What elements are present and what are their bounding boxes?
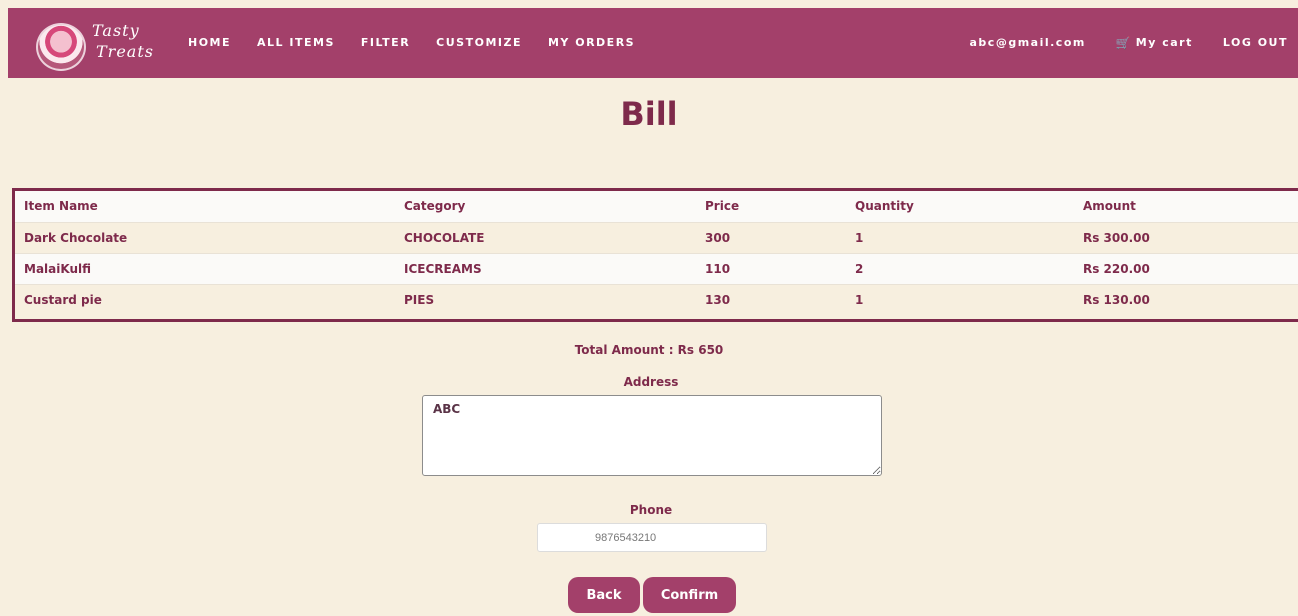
header-quantity: Quantity bbox=[855, 199, 914, 214]
table-header-row: Item Name Category Price Quantity Amount bbox=[15, 191, 1298, 222]
cell-price: 110 bbox=[696, 252, 846, 284]
cell-quantity: 2 bbox=[846, 252, 1074, 284]
nav-all-items-link[interactable]: ALL ITEMS bbox=[257, 35, 335, 51]
cell-item-name: MalaiKulfi bbox=[15, 252, 395, 284]
cell-quantity: 1 bbox=[846, 221, 1074, 253]
nav-links: HOME ALL ITEMS FILTER CUSTOMIZE MY ORDER… bbox=[188, 35, 661, 51]
cell-price: 130 bbox=[696, 283, 846, 315]
brand-name: Tasty Treats bbox=[92, 20, 162, 62]
header-price: Price bbox=[705, 199, 740, 214]
my-cart-link[interactable]: 🛒 My cart bbox=[1116, 35, 1193, 51]
header-category: Category bbox=[404, 199, 466, 214]
nav-home-link[interactable]: HOME bbox=[188, 35, 231, 51]
phone-label: Phone bbox=[629, 503, 673, 517]
user-email-link[interactable]: abc@gmail.com bbox=[970, 35, 1086, 51]
address-textarea[interactable]: ABC bbox=[422, 395, 882, 476]
brand[interactable]: Tasty Treats bbox=[36, 20, 156, 71]
nav-my-orders-link[interactable]: MY ORDERS bbox=[548, 35, 635, 51]
brand-line-1: Tasty bbox=[92, 21, 140, 40]
page-title: Bill bbox=[620, 95, 678, 133]
cell-amount: Rs 220.00 bbox=[1074, 252, 1298, 284]
table-row: Custard pie PIES 130 1 Rs 130.00 bbox=[15, 283, 1298, 315]
cart-icon: 🛒 bbox=[1115, 36, 1131, 50]
confirm-button[interactable]: Confirm bbox=[643, 577, 736, 613]
bill-table-container: Item Name Category Price Quantity Amount… bbox=[12, 188, 1298, 322]
my-cart-label: My cart bbox=[1135, 36, 1193, 49]
cell-category: ICECREAMS bbox=[395, 252, 696, 284]
nav-right: abc@gmail.com 🛒 My cart LOG OUT bbox=[940, 35, 1289, 51]
bill-table: Item Name Category Price Quantity Amount… bbox=[15, 191, 1298, 315]
nav-filter-link[interactable]: FILTER bbox=[361, 35, 410, 51]
cell-quantity: 1 bbox=[846, 283, 1074, 315]
header-item-name: Item Name bbox=[24, 199, 98, 214]
table-row: Dark Chocolate CHOCOLATE 300 1 Rs 300.00 bbox=[15, 221, 1298, 253]
header-amount: Amount bbox=[1083, 199, 1136, 214]
table-row: MalaiKulfi ICECREAMS 110 2 Rs 220.00 bbox=[15, 252, 1298, 284]
nav-customize-link[interactable]: CUSTOMIZE bbox=[436, 35, 522, 51]
cell-amount: Rs 130.00 bbox=[1074, 283, 1298, 315]
cell-amount: Rs 300.00 bbox=[1074, 221, 1298, 253]
back-button[interactable]: Back bbox=[568, 577, 640, 613]
cupcake-logo-icon bbox=[36, 23, 86, 71]
cell-price: 300 bbox=[696, 221, 846, 253]
address-label: Address bbox=[623, 375, 679, 389]
brand-line-2: Treats bbox=[96, 42, 154, 61]
phone-input[interactable] bbox=[537, 523, 767, 552]
top-navbar: Tasty Treats HOME ALL ITEMS FILTER CUSTO… bbox=[8, 8, 1298, 78]
logout-link[interactable]: LOG OUT bbox=[1223, 35, 1288, 51]
cell-item-name: Dark Chocolate bbox=[15, 221, 395, 253]
cell-category: PIES bbox=[395, 283, 696, 315]
cell-item-name: Custard pie bbox=[15, 283, 395, 315]
total-amount: Total Amount : Rs 650 bbox=[574, 343, 724, 357]
cell-category: CHOCOLATE bbox=[395, 221, 696, 253]
